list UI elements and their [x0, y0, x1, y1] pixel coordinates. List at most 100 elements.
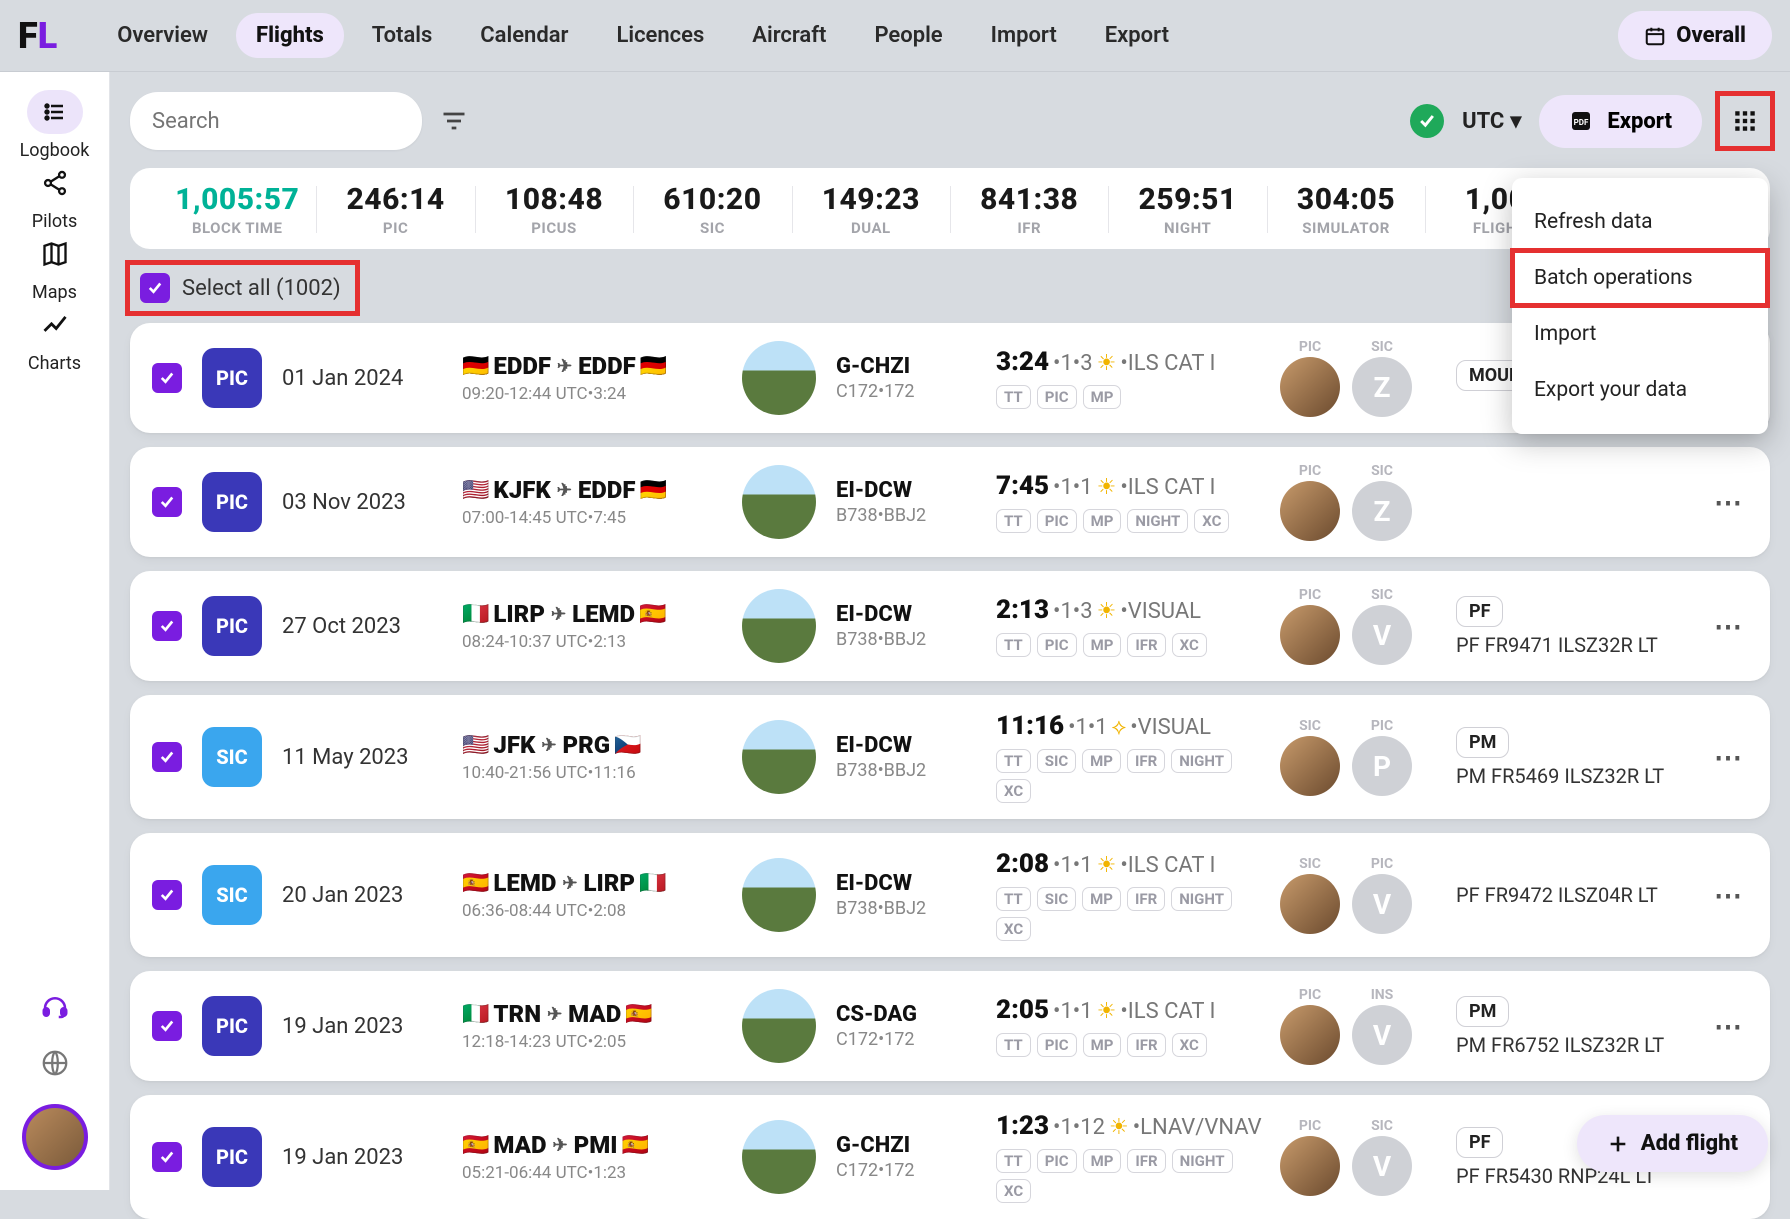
sidebar-item-pilots[interactable]: Pilots	[20, 161, 90, 232]
timezone-select[interactable]: UTC ▾	[1462, 109, 1521, 134]
crew-ins: INSV	[1352, 987, 1412, 1065]
time-badge: TT	[996, 887, 1031, 911]
row-checkbox[interactable]	[152, 880, 182, 910]
list-icon	[27, 90, 83, 134]
row-checkbox[interactable]	[152, 611, 182, 641]
row-more-button[interactable]: ⋯	[1708, 737, 1748, 777]
flight-row[interactable]: PIC19 Jan 2023🇪🇸MAD✈PMI🇪🇸05:21-06:44 UTC…	[130, 1095, 1770, 1219]
more-menu-button[interactable]	[1720, 96, 1770, 146]
time-badge: PIC	[1037, 385, 1077, 409]
pdf-icon: PDF	[1569, 109, 1593, 133]
menu-item-refresh-data[interactable]: Refresh data	[1512, 194, 1768, 250]
route: 🇩🇪EDDF✈EDDF🇩🇪09:20-12:44 UTC•3:24	[462, 352, 722, 404]
time-badge: XC	[1194, 509, 1229, 533]
row-more-button[interactable]: ⋯	[1708, 875, 1748, 915]
flight-time: 11:16•1•1⟡•VISUALTTSICMPIFRNIGHTXC	[996, 711, 1236, 803]
stat-value: 841:38	[950, 182, 1108, 217]
flight-date: 19 Jan 2023	[282, 1014, 442, 1039]
time-badge: MP	[1083, 1149, 1122, 1173]
crew-pic: PIC	[1280, 987, 1340, 1065]
topnav-licences[interactable]: Licences	[596, 13, 724, 58]
time-badge: SIC	[1037, 887, 1076, 911]
checkbox-icon	[140, 273, 170, 303]
menu-item-import[interactable]: Import	[1512, 306, 1768, 362]
flight-date: 01 Jan 2024	[282, 366, 442, 391]
topnav-overview[interactable]: Overview	[97, 13, 228, 58]
flight-row[interactable]: PIC19 Jan 2023🇮🇹TRN✈MAD🇪🇸12:18-14:23 UTC…	[130, 971, 1770, 1081]
flight-row[interactable]: PIC27 Oct 2023🇮🇹LIRP✈LEMD🇪🇸08:24-10:37 U…	[130, 571, 1770, 681]
aircraft: EI-DCWB738•BBJ2	[836, 733, 976, 781]
stat-label: IFR	[950, 219, 1108, 237]
time-badge: TT	[996, 1033, 1031, 1057]
notes-col: PF FR9472 ILSZ04R LT	[1456, 883, 1688, 907]
row-checkbox[interactable]	[152, 1011, 182, 1041]
aircraft-thumb	[742, 1120, 816, 1194]
sidebar-item-charts[interactable]: Charts	[20, 303, 90, 374]
plane-icon: ✈	[557, 356, 572, 377]
overall-label: Overall	[1676, 23, 1746, 48]
role-badge: SIC	[202, 865, 262, 925]
time-badge: MP	[1082, 887, 1121, 911]
stat-value: 1,005:57	[158, 182, 316, 217]
time-badge: IFR	[1127, 633, 1165, 657]
sidebar-item-logbook[interactable]: Logbook	[20, 90, 90, 161]
menu-item-export-your-data[interactable]: Export your data	[1512, 362, 1768, 418]
user-avatar[interactable]	[22, 1104, 88, 1170]
sidebar-label: Maps	[32, 282, 77, 303]
row-checkbox[interactable]	[152, 742, 182, 772]
topnav-totals[interactable]: Totals	[352, 13, 453, 58]
flight-date: 20 Jan 2023	[282, 883, 442, 908]
time-badge: TT	[996, 1149, 1031, 1173]
crew-sic: SIC	[1280, 856, 1340, 934]
menu-item-batch-operations[interactable]: Batch operations	[1512, 250, 1768, 306]
sidebar-label: Pilots	[32, 211, 78, 232]
time-badge: MP	[1083, 385, 1122, 409]
sync-status-icon	[1410, 104, 1444, 138]
row-more-button[interactable]: ⋯	[1708, 1006, 1748, 1046]
flight-row[interactable]: SIC11 May 2023🇺🇸JFK✈PRG🇨🇿10:40-21:56 UTC…	[130, 695, 1770, 819]
search-input[interactable]	[130, 92, 422, 150]
crew: PICSICZ	[1256, 339, 1436, 417]
flight-list: PIC 01 Jan 2024 🇩🇪EDDF✈EDDF🇩🇪09:20-12:44 U…	[130, 323, 1770, 1219]
topnav-people[interactable]: People	[854, 13, 962, 58]
topnav-import[interactable]: Import	[971, 13, 1077, 58]
aircraft-thumb	[742, 465, 816, 539]
topnav-calendar[interactable]: Calendar	[460, 13, 588, 58]
add-flight-button[interactable]: Add flight	[1577, 1115, 1768, 1172]
globe-icon[interactable]	[40, 1048, 70, 1078]
row-checkbox[interactable]	[152, 1142, 182, 1172]
topnav-export[interactable]: Export	[1085, 13, 1189, 58]
row-more-button[interactable]: ⋯	[1708, 482, 1748, 522]
topnav-aircraft[interactable]: Aircraft	[732, 13, 846, 58]
aircraft-thumb	[742, 341, 816, 415]
role-badge: PIC	[202, 596, 262, 656]
stat-simulator: 304:05SIMULATOR	[1267, 178, 1425, 241]
crew-pic: PIC	[1280, 1118, 1340, 1196]
headset-icon[interactable]	[40, 992, 70, 1022]
top-bar: FL OverviewFlightsTotalsCalendarLicences…	[0, 0, 1790, 72]
select-all-checkbox[interactable]: Select all (1002)	[130, 265, 355, 311]
flight-time: 7:45•1•1☀•ILS CAT ITTPICMPNIGHTXC	[996, 471, 1236, 533]
flight-row[interactable]: SIC20 Jan 2023🇪🇸LEMD✈LIRP🇮🇹06:36-08:44 U…	[130, 833, 1770, 957]
aircraft-thumb	[742, 989, 816, 1063]
sidebar-item-maps[interactable]: Maps	[20, 232, 90, 303]
logo-f: F	[18, 15, 38, 57]
crew-pic: PIC	[1280, 339, 1340, 417]
topnav-flights[interactable]: Flights	[236, 13, 344, 58]
stat-label: PICUS	[475, 219, 633, 237]
export-button[interactable]: PDF Export	[1539, 95, 1702, 148]
time-badge: MP	[1083, 633, 1122, 657]
stat-sic: 610:20SIC	[633, 178, 791, 241]
aircraft: CS-DAGC172•172	[836, 1002, 976, 1050]
notes-col: PMPM FR6752 ILSZ32R LT	[1456, 996, 1688, 1057]
route: 🇺🇸KJFK✈EDDF🇩🇪07:00-14:45 UTC•7:45	[462, 476, 722, 528]
flight-row[interactable]: PIC03 Nov 2023🇺🇸KJFK✈EDDF🇩🇪07:00-14:45 U…	[130, 447, 1770, 557]
filter-button[interactable]	[434, 101, 474, 141]
row-checkbox[interactable]	[152, 363, 182, 393]
stat-value: 259:51	[1108, 182, 1266, 217]
stat-value: 304:05	[1267, 182, 1425, 217]
row-checkbox[interactable]	[152, 487, 182, 517]
row-more-button[interactable]: ⋯	[1708, 606, 1748, 646]
overall-button[interactable]: Overall	[1618, 11, 1772, 60]
stat-label: BLOCK TIME	[158, 219, 316, 237]
